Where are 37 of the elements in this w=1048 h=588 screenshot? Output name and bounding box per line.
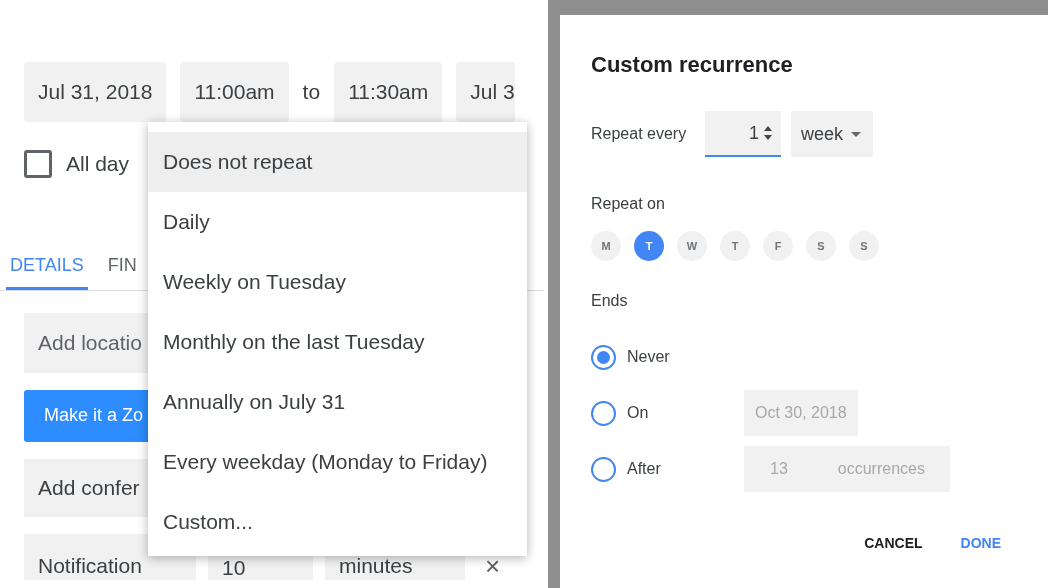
day-toggle[interactable]: W <box>677 231 707 261</box>
radio-label: On <box>627 403 649 423</box>
done-button[interactable]: DONE <box>960 533 1001 554</box>
radio-button[interactable] <box>591 456 616 482</box>
day-toggle[interactable]: S <box>806 231 836 261</box>
cancel-button[interactable]: CANCEL <box>864 533 923 554</box>
dialog-title: Custom recurrence <box>591 51 794 79</box>
day-toggle[interactable]: S <box>849 231 879 261</box>
radio-label: After <box>627 459 661 479</box>
radio-button[interactable] <box>591 400 616 426</box>
time-field[interactable]: 11:30am <box>334 62 443 122</box>
range-separator: to <box>302 79 321 106</box>
day-toggle[interactable]: F <box>763 231 793 261</box>
ends-label: Ends <box>591 291 629 311</box>
caret-icon <box>851 131 862 137</box>
time-field[interactable]: 11:00am <box>180 62 289 122</box>
day-toggle[interactable]: T <box>720 231 750 261</box>
day-toggle[interactable]: M <box>591 231 621 261</box>
day-toggle[interactable]: T <box>634 231 664 261</box>
unit-dropdown[interactable]: week <box>791 111 873 157</box>
menu-item[interactable]: Monthly on the last Tuesday <box>148 312 527 372</box>
checkbox-label: All day <box>66 151 130 177</box>
spinner-icon[interactable] <box>763 125 773 141</box>
menu-item[interactable]: Daily <box>148 192 527 252</box>
menu-item[interactable]: Weekly on Tuesday <box>148 252 527 312</box>
repeat-on-label: Repeat on <box>591 194 666 214</box>
remove-button[interactable]: × <box>477 551 509 580</box>
radio-button[interactable] <box>591 344 616 370</box>
checkbox[interactable] <box>24 149 52 178</box>
date-field[interactable]: Jul 31, 2018 <box>24 62 167 122</box>
date-field[interactable]: Jul 3 <box>456 62 516 122</box>
repeat-every-label: Repeat every <box>591 124 688 144</box>
interval-field[interactable]: 1 <box>705 111 781 157</box>
tab[interactable]: DETAILS <box>6 243 88 290</box>
menu-item[interactable]: Does not repeat <box>148 132 527 192</box>
radio-label: Never <box>627 347 670 367</box>
tab[interactable]: FIN <box>103 243 141 290</box>
